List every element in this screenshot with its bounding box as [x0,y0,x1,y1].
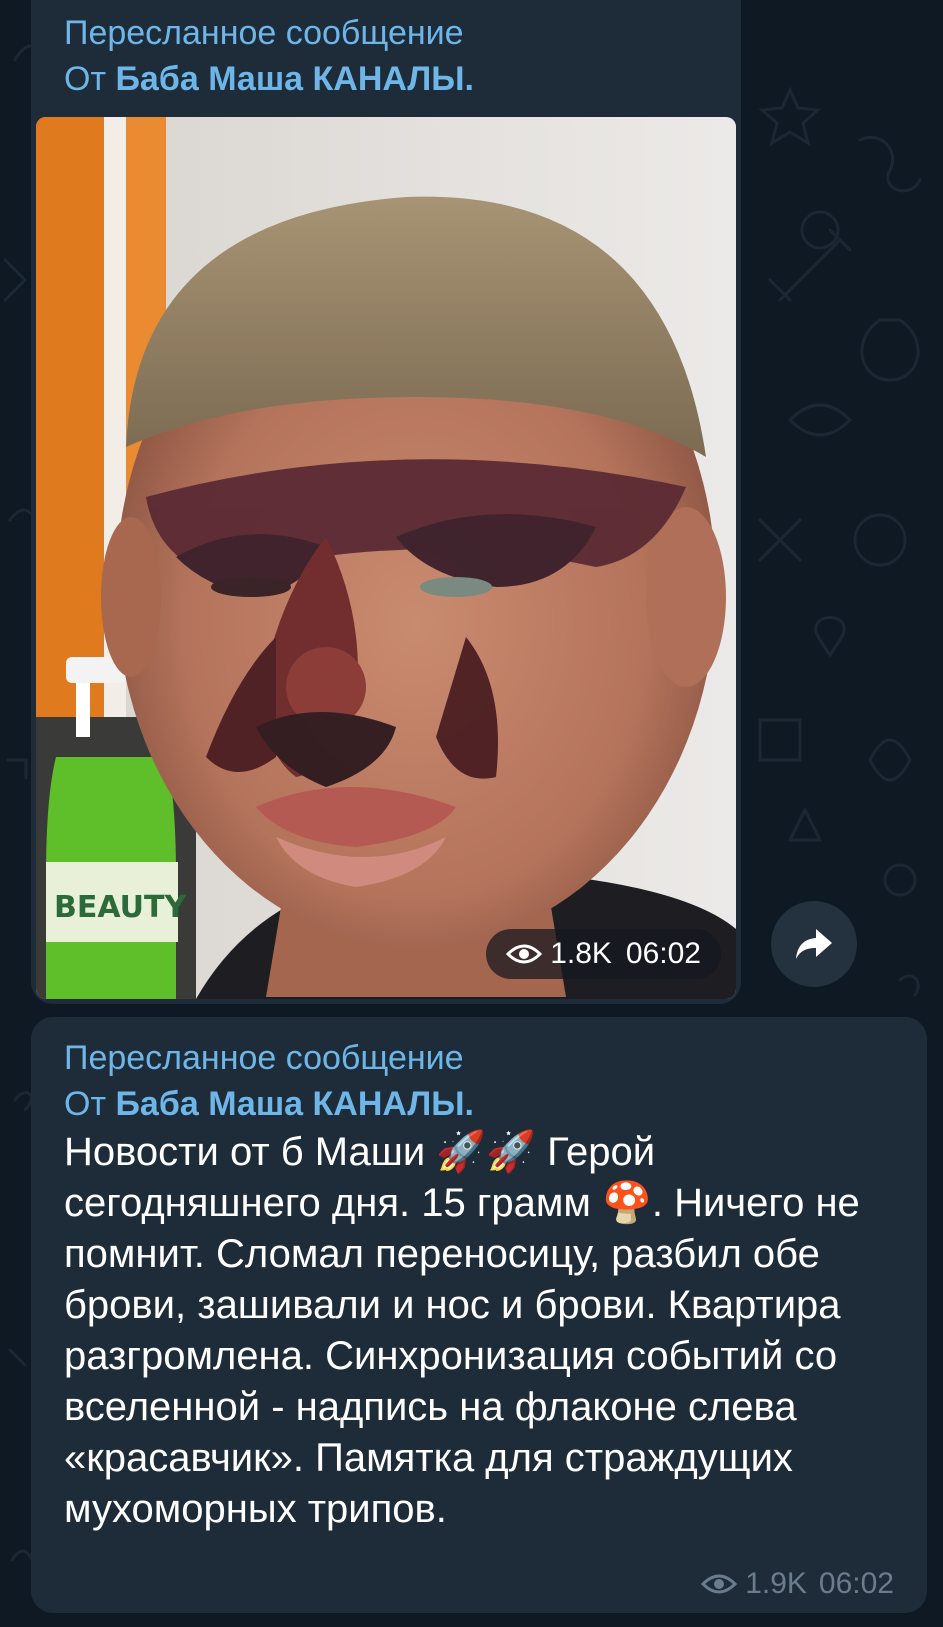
forwarded-from-channel-link[interactable]: Баба Маша КАНАЛЫ. [115,60,473,98]
forwarded-from-prefix: От [64,60,107,98]
forwarded-label: Пересланное сообщение [64,14,464,52]
message-text-part-3: . Ничего не помнит. Сломал переносицу, р… [64,1181,860,1531]
views-count: 1.8K [550,937,612,970]
forward-header: Пересланное сообщение От Баба Маша КАНАЛ… [64,1035,474,1127]
views-counter: 1.9K [701,1567,807,1601]
message-meta: 1.9K 06:02 [701,1567,894,1601]
forwarded-label: Пересланное сообщение [64,1039,464,1077]
bottle-label: BEAUTY [54,890,187,925]
eye-icon [701,1574,738,1594]
message-time: 06:02 [818,1567,894,1600]
message-text: Новости от б Маши 🚀🚀 Герой сегодняшнего … [64,1127,894,1535]
forwarded-from-prefix: От [64,1085,107,1123]
message-text-part-1: Новости от б Маши [64,1130,437,1174]
share-button[interactable] [771,901,857,987]
photo-meta-overlay: 1.8K 06:02 [486,929,721,979]
forwarded-from[interactable]: От Баба Маша КАНАЛЫ. [64,1081,474,1127]
mushroom-emoji: 🍄 [602,1180,652,1226]
forwarded-from[interactable]: От Баба Маша КАНАЛЫ. [64,56,474,102]
forwarded-from-channel-link[interactable]: Баба Маша КАНАЛЫ. [115,1085,473,1123]
forward-header: Пересланное сообщение От Баба Маша КАНАЛ… [64,10,474,102]
message-time: 06:02 [625,937,701,970]
message-photo[interactable]: BEAUTY 1.8K 06:02 [36,117,736,999]
rocket-emoji: 🚀🚀 [436,1129,536,1175]
photo-illustration: BEAUTY [36,117,736,999]
views-counter: 1.8K [506,937,612,971]
views-count: 1.9K [745,1567,807,1600]
message-bubble-photo[interactable]: Пересланное сообщение От Баба Маша КАНАЛ… [31,0,741,1004]
share-arrow-icon [796,929,832,959]
eye-icon [506,944,543,964]
message-bubble-text[interactable]: Пересланное сообщение От Баба Маша КАНАЛ… [31,1017,927,1613]
